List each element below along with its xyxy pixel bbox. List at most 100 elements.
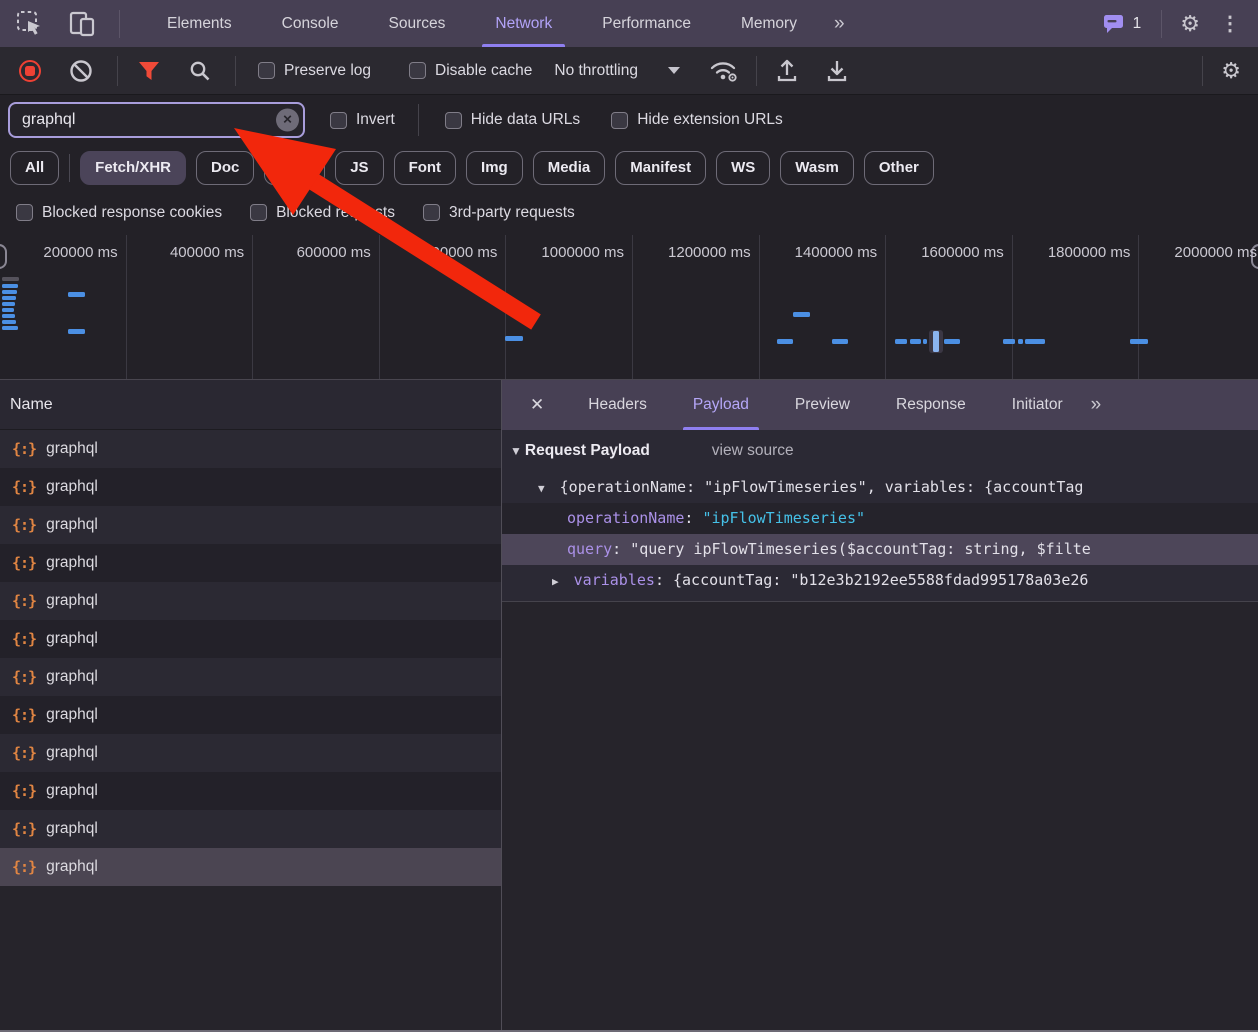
payload-row-query[interactable]: query: "query ipFlowTimeseries($accountT… [502, 534, 1258, 565]
filter-chip-fetch-xhr[interactable]: Fetch/XHR [80, 151, 186, 185]
invert-checkbox[interactable] [330, 112, 347, 129]
request-row[interactable]: {:}graphql [0, 506, 501, 544]
request-row[interactable]: {:}graphql [0, 582, 501, 620]
import-har-icon[interactable] [774, 57, 800, 84]
details-tab-response[interactable]: Response [894, 380, 968, 430]
payload-preview-row[interactable]: ▼ {operationName: "ipFlowTimeseries", va… [502, 472, 1258, 503]
filter-chip-font[interactable]: Font [394, 151, 456, 185]
timeline-tick-label: 1800000 ms [1048, 244, 1131, 261]
filter-chip-css[interactable]: CSS [264, 151, 325, 185]
more-tabs-icon[interactable]: » [834, 13, 843, 35]
request-row[interactable]: {:}graphql [0, 430, 501, 468]
third-party-requests-checkbox[interactable] [423, 204, 440, 221]
record-network-log-button[interactable] [19, 60, 41, 82]
collapse-triangle-icon[interactable]: ▼ [510, 444, 522, 458]
timeline-tick-label: 200000 ms [43, 244, 117, 261]
clear-network-log-icon[interactable] [69, 59, 93, 83]
fetch-xhr-icon: {:} [12, 782, 36, 800]
details-tab-headers[interactable]: Headers [586, 380, 649, 430]
request-row[interactable]: {:}graphql [0, 810, 501, 848]
timeline-column: 1400000 ms [760, 235, 887, 379]
request-row[interactable]: {:}graphql [0, 696, 501, 734]
request-row[interactable]: {:}graphql [0, 544, 501, 582]
throttling-select-value[interactable]: No throttling [554, 62, 638, 80]
request-name: graphql [46, 706, 98, 724]
device-toolbar-icon[interactable] [67, 10, 97, 38]
request-row[interactable]: {:}graphql [0, 734, 501, 772]
filter-chip-wasm[interactable]: Wasm [780, 151, 854, 185]
blocked-requests-checkbox[interactable] [250, 204, 267, 221]
details-tab-preview[interactable]: Preview [793, 380, 852, 430]
request-timeline-bar [2, 296, 16, 300]
tab-console[interactable]: Console [279, 0, 342, 47]
request-timeline-bar [933, 331, 939, 352]
filter-chip-all[interactable]: All [10, 151, 59, 185]
close-details-icon[interactable]: ✕ [530, 395, 544, 415]
hide-data-urls-checkbox[interactable] [445, 112, 462, 129]
request-timeline-bar [923, 339, 927, 344]
network-content: Name {:}graphql{:}graphql{:}graphql{:}gr… [0, 380, 1258, 1030]
name-column-header[interactable]: Name [0, 380, 501, 430]
tab-performance[interactable]: Performance [599, 0, 694, 47]
network-conditions-icon[interactable] [708, 57, 740, 84]
filter-input[interactable] [8, 102, 305, 138]
tab-network[interactable]: Network [492, 0, 555, 47]
hide-extension-urls-label: Hide extension URLs [637, 111, 783, 129]
request-row[interactable]: {:}graphql [0, 658, 501, 696]
disable-cache-checkbox[interactable] [409, 62, 426, 79]
fetch-xhr-icon: {:} [12, 554, 36, 572]
filter-chip-img[interactable]: Img [466, 151, 523, 185]
hide-extension-urls-checkbox[interactable] [611, 112, 628, 129]
throttling-caret-icon[interactable] [668, 67, 680, 74]
preserve-log-checkbox[interactable] [258, 62, 275, 79]
filter-chip-js[interactable]: JS [335, 151, 383, 185]
filter-funnel-icon[interactable] [137, 59, 161, 82]
expand-triangle-icon[interactable]: ▼ [538, 482, 545, 495]
filter-input-wrap: ✕ [8, 102, 305, 138]
tab-memory[interactable]: Memory [738, 0, 800, 47]
network-settings-gear-icon[interactable]: ⚙ [1221, 60, 1241, 82]
filter-chip-other[interactable]: Other [864, 151, 934, 185]
fetch-xhr-icon: {:} [12, 630, 36, 648]
payload-row-operation-name[interactable]: operationName: "ipFlowTimeseries" [502, 503, 1258, 534]
export-har-icon[interactable] [824, 57, 850, 84]
pane-splitter[interactable] [501, 380, 502, 1030]
issues-message-icon[interactable] [1102, 13, 1126, 35]
filter-row: ✕ Invert Hide data URLs Hide extension U… [0, 95, 1258, 145]
request-row[interactable]: {:}graphql [0, 468, 501, 506]
more-details-tabs-icon[interactable]: » [1091, 394, 1100, 416]
inspect-element-icon[interactable] [16, 10, 43, 37]
request-row[interactable]: {:}graphql [0, 848, 501, 886]
kebab-menu-icon[interactable]: ⋮ [1220, 11, 1240, 36]
timeline-column: 2000000 ms [1139, 235, 1258, 379]
filter-chip-ws[interactable]: WS [716, 151, 770, 185]
request-row[interactable]: {:}graphql [0, 772, 501, 810]
blocked-response-cookies-toggle: Blocked response cookies [16, 204, 222, 222]
filter-chip-doc[interactable]: Doc [196, 151, 254, 185]
request-timeline-bar [910, 339, 921, 344]
request-timeline-bar [895, 339, 907, 344]
filter-chip-media[interactable]: Media [533, 151, 606, 185]
request-timeline-bar [2, 284, 18, 288]
tab-sources[interactable]: Sources [386, 0, 449, 47]
details-tab-initiator[interactable]: Initiator [1010, 380, 1065, 430]
filter-chip-manifest[interactable]: Manifest [615, 151, 706, 185]
view-source-link[interactable]: view source [712, 442, 794, 460]
request-name: graphql [46, 630, 98, 648]
payload-row-variables[interactable]: ▶ variables: {accountTag: "b12e3b2192ee5… [502, 565, 1258, 596]
expand-triangle-icon[interactable]: ▶ [552, 575, 559, 588]
clear-filter-icon[interactable]: ✕ [276, 109, 299, 132]
name-column-header-label: Name [10, 396, 53, 414]
search-icon[interactable] [188, 59, 212, 83]
network-overview-timeline[interactable]: 200000 ms400000 ms600000 ms800000 ms1000… [0, 235, 1258, 380]
blocked-response-cookies-checkbox[interactable] [16, 204, 33, 221]
tab-elements[interactable]: Elements [164, 0, 235, 47]
timeline-column: 200000 ms [0, 235, 127, 379]
timeline-column: 800000 ms [380, 235, 507, 379]
request-row[interactable]: {:} graphql [0, 620, 501, 658]
details-tab-payload[interactable]: Payload [691, 380, 751, 430]
settings-gear-icon[interactable]: ⚙ [1180, 13, 1200, 35]
request-timeline-bar [2, 320, 16, 324]
disable-cache-label: Disable cache [435, 62, 532, 80]
request-name: graphql [46, 516, 98, 534]
